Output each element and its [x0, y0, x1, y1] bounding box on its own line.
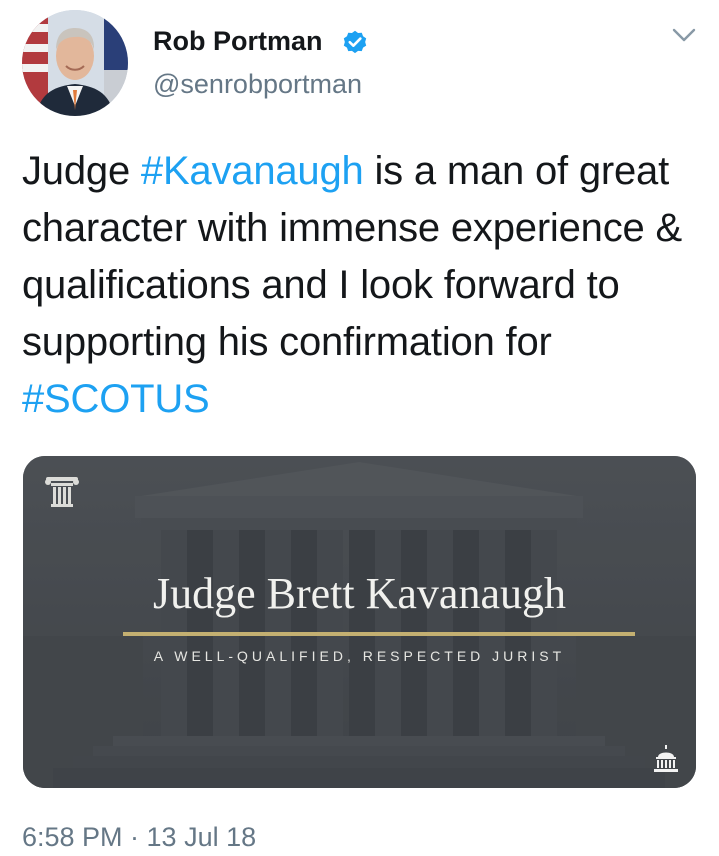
capitol-building-icon	[654, 745, 678, 772]
tweet-text: Judge #Kavanaugh is a man of great chara…	[22, 143, 702, 428]
hashtag-link-scotus[interactable]: #SCOTUS	[22, 377, 210, 421]
chevron-down-icon[interactable]	[670, 26, 698, 46]
verified-badge-icon	[343, 30, 367, 54]
handle[interactable]: @senrobportman	[153, 69, 362, 100]
greek-column-icon	[45, 477, 79, 507]
avatar-image	[22, 10, 128, 116]
media-card[interactable]: Judge Brett Kavanaugh A WELL-QUALIFIED, …	[23, 456, 696, 788]
avatar[interactable]	[22, 10, 128, 116]
hashtag-link-kavanaugh[interactable]: #Kavanaugh	[141, 149, 364, 193]
display-name[interactable]: Rob Portman	[153, 26, 323, 57]
card-subtitle: A WELL-QUALIFIED, RESPECTED JURIST	[153, 648, 566, 664]
card-divider	[123, 632, 635, 636]
tweet: Rob Portman @senrobportman Judge #Kavana…	[0, 0, 719, 856]
timestamp[interactable]: 6:58 PM · 13 Jul 18	[22, 822, 256, 853]
supreme-court-building-image	[23, 456, 696, 788]
card-title: Judge Brett Kavanaugh	[153, 569, 566, 618]
tweet-text-part: Judge	[22, 149, 141, 193]
